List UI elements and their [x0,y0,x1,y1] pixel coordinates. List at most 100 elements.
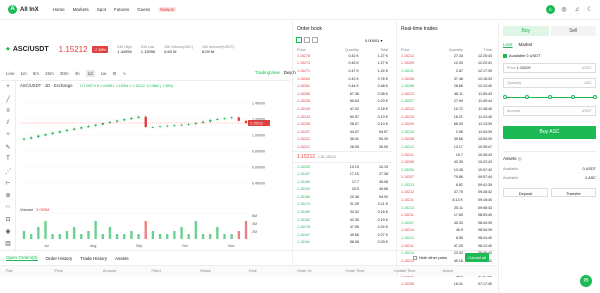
trade-row[interactable]: 1.15208 28.66 12:13:40 [397,82,496,90]
crosshair-icon[interactable]: + [0,81,16,93]
trade-row[interactable]: 1.15207 27.99 11:49:44 [397,98,496,106]
precision-select[interactable]: 0.00001 ▾ [365,38,383,43]
quantity-input[interactable]: Quantity ASC [503,78,596,88]
trade-row[interactable]: 1.15212 8.95 08:24:40 [397,234,496,242]
indicator-icon[interactable]: ∿ [122,71,126,77]
lock-icon[interactable]: ⊡ [0,213,16,225]
bid-row[interactable]: 1.15166 29.36 94.92 [293,193,392,201]
nav-news[interactable]: Newus [158,7,177,12]
nav-guess[interactable]: Guess [137,7,150,12]
trade-row[interactable]: 1.15211 8.13 K 09:18:40 [397,196,496,204]
checkbox-icon[interactable] [503,53,507,58]
tab-tradingview[interactable]: TradingView [255,70,280,75]
trade-row[interactable]: 1.15213 6.82 09:41:39 [397,181,496,189]
bid-row[interactable]: 1.15160 17.7 45.08 [293,178,392,186]
bid-row[interactable]: 1.15187 17.19 27.38 [293,170,392,178]
bid-row[interactable]: 1.15178 47.95 0.24 K [293,223,392,231]
price-input[interactable]: Price 1.15209 USDT [503,63,596,73]
ask-row[interactable]: 1.15256 67.36 0.38 K [293,90,392,98]
bid-row[interactable]: 1.15167 49.66 0.27 K [293,231,392,239]
trade-row[interactable]: 1.15206 43.39 10:22:43 [397,158,496,166]
nav-futures[interactable]: Futures [114,7,129,12]
trade-row[interactable]: 1.15209 13.36 10:07:42 [397,166,496,174]
bid-row[interactable]: 1.15200 10.19 10.19 [293,163,392,171]
trade-row[interactable]: 1.15212 37.75 09:28:42 [397,189,496,197]
sell-tab[interactable]: Sell [550,26,596,36]
trade-row[interactable]: 1.15212 13.17 10:39:47 [397,143,496,151]
ask-row[interactable]: 1.15271 0.47 K 1.24 K [293,67,392,75]
ask-row[interactable]: 1.15274 0.45 K 1.27 K [293,60,392,68]
ask-row[interactable]: 1.15221 28.09 28.09 [293,143,392,151]
pair-name[interactable]: ASC/USDT [13,46,49,53]
trade-row[interactable]: 1.15208 39.66 10:54:39 [397,136,496,144]
nav-markets[interactable]: Markets [73,7,89,12]
interval-1m[interactable]: 1m [21,71,27,76]
ask-row[interactable]: 1.15249 47.02 0.18 K [293,105,392,113]
trade-row[interactable]: 1.15207 79.86 09:57:44 [397,174,496,182]
trade-row[interactable]: 1.15214 40.9 08:34:39 [397,227,496,235]
trade-row[interactable]: 1.15208 37.48 12:16:33 [397,75,496,83]
trash-icon[interactable]: ▥ [0,237,16,249]
interval-4h[interactable]: 4h [75,71,80,76]
tab-order-history[interactable]: Order History [46,256,73,261]
trade-row[interactable]: 1.15209 68.93 11:13:39 [397,120,496,128]
tab-trade-history[interactable]: Trade History [80,256,107,261]
ask-row[interactable]: 1.15262 0.44 K 0.48 K [293,82,392,90]
interval-1d[interactable]: 1d [85,70,95,77]
ask-row[interactable]: 1.15236 50.64 0.23 K [293,98,392,106]
bid-row[interactable]: 1.15180 34.32 0.16 K [293,208,392,216]
bid-row[interactable]: 1.15194 20.5 49.56 [293,186,392,194]
chat-icon[interactable]: ✉ [580,275,592,287]
settings-icon[interactable]: ⚙ [112,71,116,77]
trade-row[interactable]: 1.15213 48.11 11:59:43 [397,90,496,98]
ask-row[interactable]: 1.15243 50.57 0.13 K [293,113,392,121]
price-chart[interactable]: ASC/USDT · 1D · Exchange O 1.08374 H 1.4… [16,81,290,251]
channel-icon[interactable]: ⫽ [0,117,16,129]
text-icon[interactable]: T [0,153,16,165]
visibility-icon[interactable]: ◎ [518,156,522,161]
moon-icon[interactable]: ☾ [586,6,594,14]
tab-assets[interactable]: Assets [115,256,129,261]
tab-market[interactable]: Market [519,42,533,47]
interval-1w[interactable]: 1w [101,71,107,76]
percent-slider[interactable] [503,93,597,101]
ask-row[interactable]: 1.15238 28.07 0.10 K [293,120,392,128]
view-asks-icon[interactable] [312,37,318,43]
nav-spot[interactable]: Spot [97,7,106,12]
ruler-icon[interactable]: ⊢ [0,177,16,189]
bid-row[interactable]: 1.15174 31.09 0.11 K [293,201,392,209]
view-bids-icon[interactable] [304,37,310,43]
trade-row[interactable]: 1.15212 10.72 11:38:40 [397,105,496,113]
hide-other-pairs[interactable]: Hide other pairs [412,255,447,260]
eye-icon[interactable]: ◉ [0,225,16,237]
brush-icon[interactable]: ✎ [0,141,16,153]
globe-icon[interactable]: ◎ [560,6,568,14]
interval-line[interactable]: Line [6,71,15,76]
tab-limit[interactable]: Limit [503,42,513,47]
trade-row[interactable]: 1.15211 19.7 10:26:43 [397,151,496,159]
ask-row[interactable]: 1.15237 44.07 94.57 [293,128,392,136]
bid-row[interactable]: 1.15182 42.35 0.19 K [293,216,392,224]
pattern-icon[interactable]: ⋰ [0,165,16,177]
buy-submit-button[interactable]: Buy ASC [503,126,596,139]
fork-icon[interactable]: ⑂ [0,129,16,141]
logo[interactable]: A All InX [8,5,39,14]
bid-row[interactable]: 1.15154 58.08 0.33 K [293,239,392,247]
ask-row[interactable]: 1.15264 0.42 K 0.76 K [293,75,392,83]
avatar[interactable]: E [546,5,555,14]
tab-open-orders[interactable]: Open Orders(0) [6,255,38,261]
transfer-button[interactable]: Transfer [551,188,596,197]
magnet-icon[interactable]: ∩ [0,201,16,213]
trendline-icon[interactable]: ╱ [0,93,16,105]
cancel-all-button[interactable]: Cancel all [465,253,489,262]
interval-30m[interactable]: 30m [60,71,69,76]
trade-row[interactable]: 1.15216 2.06 11:04:39 [397,128,496,136]
trade-row[interactable]: 1.15211 17.69 08:53:40 [397,211,496,219]
trade-row[interactable]: 1.15211 47.29 08:12:40 [397,242,496,250]
buy-tab[interactable]: Buy [503,26,549,36]
trade-row[interactable]: 1.15209 12.33 12:22:41 [397,60,496,68]
ask-row[interactable]: 1.15222 38.41 50.39 [293,136,392,144]
bell-icon[interactable]: ♫ [573,6,581,14]
trade-row[interactable]: 1.15210 16.21 11:24:40 [397,113,496,121]
hline-icon[interactable]: ≡ [0,105,16,117]
